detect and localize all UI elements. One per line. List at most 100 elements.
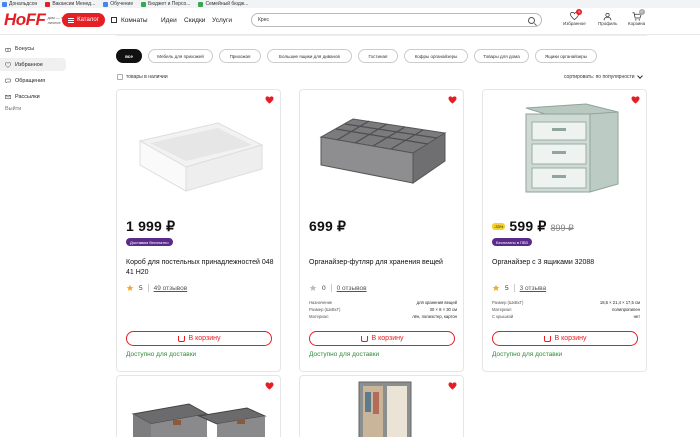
bookmark[interactable]: Бюджет и Персо...	[141, 1, 190, 7]
bookmark[interactable]: Дональдсон	[2, 1, 37, 7]
bookmark[interactable]: Семейный бюдж...	[198, 1, 248, 7]
bookmark-icon	[45, 1, 51, 7]
favorites-button[interactable]: 6 Избранное	[563, 9, 586, 26]
cart-icon	[360, 335, 368, 342]
product-image[interactable]	[127, 100, 272, 195]
filter-chip[interactable]: Прихожая	[219, 49, 261, 63]
rating-block: 5 3 отзыва	[492, 284, 546, 292]
spec-row: Назначение для хранения вещей	[309, 300, 457, 305]
star-icon	[309, 284, 317, 291]
spec-row: Размер (ШхВхГ) 30 × 8 × 30 см	[309, 307, 457, 312]
bookmark-icon	[2, 1, 7, 7]
divider	[330, 284, 332, 292]
reviews-link[interactable]: 3 отзыва	[520, 285, 547, 292]
spec-row: Материал лён, полиэстер, картон	[309, 314, 457, 319]
organizer-image	[319, 117, 446, 184]
logo-text: HoFF	[4, 10, 46, 29]
in-stock-checkbox[interactable]	[117, 74, 123, 80]
bookmark[interactable]: Вакансии Менед...	[45, 1, 95, 7]
product-card[interactable]	[116, 375, 281, 437]
sidebar-item-newsletters[interactable]: Рассылки	[0, 90, 66, 103]
content-divider	[116, 35, 647, 36]
bookmark[interactable]: Обучение	[103, 1, 133, 7]
delivery-badge: Доставим бесплатно	[126, 238, 173, 246]
search-field[interactable]	[251, 13, 542, 27]
search-input[interactable]	[258, 17, 528, 23]
price: 699 ₽	[309, 218, 347, 234]
price: 1 999 ₽	[126, 218, 176, 234]
product-specs: Размер (ШхВхГ) 18,6 × 21,4 × 17,5 см Мате…	[492, 299, 640, 320]
spec-row: Материал полипропилен	[492, 307, 640, 312]
rooms-button[interactable]: Комнаты	[111, 13, 148, 27]
white-box-image	[138, 121, 263, 192]
filter-chip-all[interactable]: все	[116, 49, 142, 63]
filter-chip[interactable]: Товары для дома	[474, 49, 529, 63]
product-image[interactable]	[493, 100, 638, 195]
product-card[interactable]	[299, 375, 464, 437]
catalog-button[interactable]: Каталог	[62, 13, 105, 27]
product-specs: Назначение для хранения вещей Размер (ШхВ…	[309, 299, 457, 320]
search-icon[interactable]	[528, 16, 535, 24]
heart-icon: 6	[569, 9, 583, 21]
reviews-link[interactable]: 49 отзывов	[154, 285, 188, 292]
sidebar-item-bonuses[interactable]: Бонусы	[0, 42, 66, 55]
availability-text: Доступно для доставки	[126, 351, 197, 358]
favorite-heart-icon[interactable]	[265, 382, 274, 390]
filter-chip[interactable]: Большие ящики для диванов	[267, 49, 352, 63]
product-title[interactable]: Органайзер с 3 ящиками 32088	[492, 258, 642, 268]
cart-icon	[177, 335, 185, 342]
spec-row: Размер (ШхВхГ) 18,6 × 21,4 × 17,5 см	[492, 300, 640, 305]
site-header: HoFF дом — это личное Каталог Комнаты Ид…	[0, 8, 700, 32]
add-to-cart-button[interactable]: В корзину	[126, 331, 272, 346]
favorites-count-badge: 6	[576, 9, 583, 15]
filter-chip[interactable]: Кофры органайзеры	[404, 49, 468, 63]
sidebar-item-requests[interactable]: Обращения	[0, 74, 66, 87]
filter-chip[interactable]: Мебель для прихожей	[148, 49, 213, 63]
heart-icon	[5, 61, 11, 68]
delivery-badge: Бесплатно в ПВЗ	[492, 238, 532, 246]
price: 599 ₽	[509, 218, 547, 234]
category-filters: все Мебель для прихожей Прихожая Большие…	[116, 49, 597, 63]
chevron-down-icon	[636, 73, 643, 79]
sidebar-item-favorites[interactable]: Избранное	[0, 58, 66, 71]
nav-ideas[interactable]: Идеи	[161, 13, 177, 27]
spec-row: С крышкой нет	[492, 314, 640, 319]
logo[interactable]: HoFF дом — это личное	[4, 11, 69, 28]
favorite-heart-icon[interactable]	[448, 382, 457, 390]
cart-button[interactable]: 0 Корзина	[628, 9, 645, 26]
rating-value: 5	[139, 284, 143, 292]
gift-icon	[5, 47, 11, 51]
product-title[interactable]: Органайзер-футляр для хранения вещей	[309, 258, 459, 268]
chat-icon	[5, 78, 11, 84]
in-stock-filter[interactable]: товары в наличии	[117, 74, 168, 80]
wardrobe-image	[358, 381, 412, 437]
drawer-organizer-image	[525, 103, 618, 193]
profile-button[interactable]: Профиль	[598, 11, 617, 26]
filter-chip[interactable]: Ящики органайзеры	[535, 49, 597, 63]
star-icon	[126, 284, 134, 291]
sort-dropdown[interactable]: сортировать: по популярности	[564, 73, 643, 80]
bookmark-icon	[198, 1, 204, 7]
add-to-cart-button[interactable]: В корзину	[309, 331, 455, 346]
rating-value: 0	[322, 284, 326, 292]
logout-link[interactable]: Выйти	[0, 106, 66, 112]
product-title[interactable]: Короб для постельных принадлежностей 048…	[126, 258, 276, 278]
add-to-cart-button[interactable]: В корзину	[492, 331, 638, 346]
product-card[interactable]: 1 999 ₽ Доставим бесплатно Короб для пос…	[116, 89, 281, 372]
product-card[interactable]: -33% 599 ₽ 899 ₽ Бесплатно в ПВЗ Органай…	[482, 89, 647, 372]
divider	[513, 284, 515, 292]
cart-icon: 0	[632, 9, 645, 21]
cart-count-badge: 0	[638, 9, 645, 15]
nav-sales[interactable]: Скидки	[184, 13, 205, 27]
rating-block: 0 0 отзывов	[309, 284, 367, 292]
account-sidebar: Бонусы Избранное Обращения Рассылки Выйт…	[0, 36, 66, 112]
filter-chip[interactable]: Гостиная	[358, 49, 398, 63]
product-image[interactable]	[310, 100, 455, 195]
cart-icon	[543, 335, 551, 342]
product-card[interactable]: 699 ₽ Органайзер-футляр для хранения вещ…	[299, 89, 464, 372]
rating-value: 5	[505, 284, 509, 292]
nav-services[interactable]: Услуги	[212, 13, 232, 27]
fabric-boxes-image	[131, 403, 267, 437]
reviews-link[interactable]: 0 отзывов	[337, 285, 367, 292]
price-block: -33% 599 ₽ 899 ₽	[492, 218, 574, 235]
